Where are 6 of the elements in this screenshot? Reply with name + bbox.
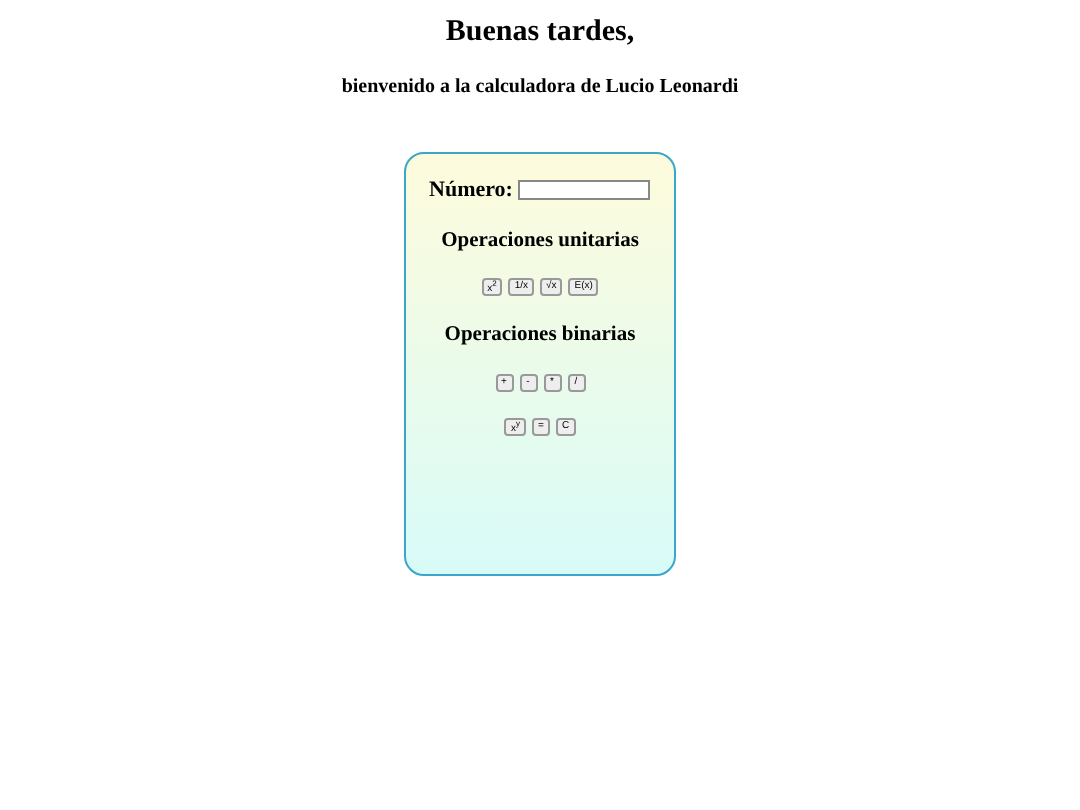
welcome-subheading: bienvenido a la calculadora de Lucio Leonardi [341, 76, 739, 98]
greeting-heading: Buenas tardes, [445, 16, 635, 50]
binary-section-title: Operaciones binarias [444, 324, 636, 346]
unary-section-title: Operaciones unitarias [441, 230, 639, 252]
number-input-field[interactable] [518, 180, 651, 200]
number-label: Número: [429, 178, 513, 202]
